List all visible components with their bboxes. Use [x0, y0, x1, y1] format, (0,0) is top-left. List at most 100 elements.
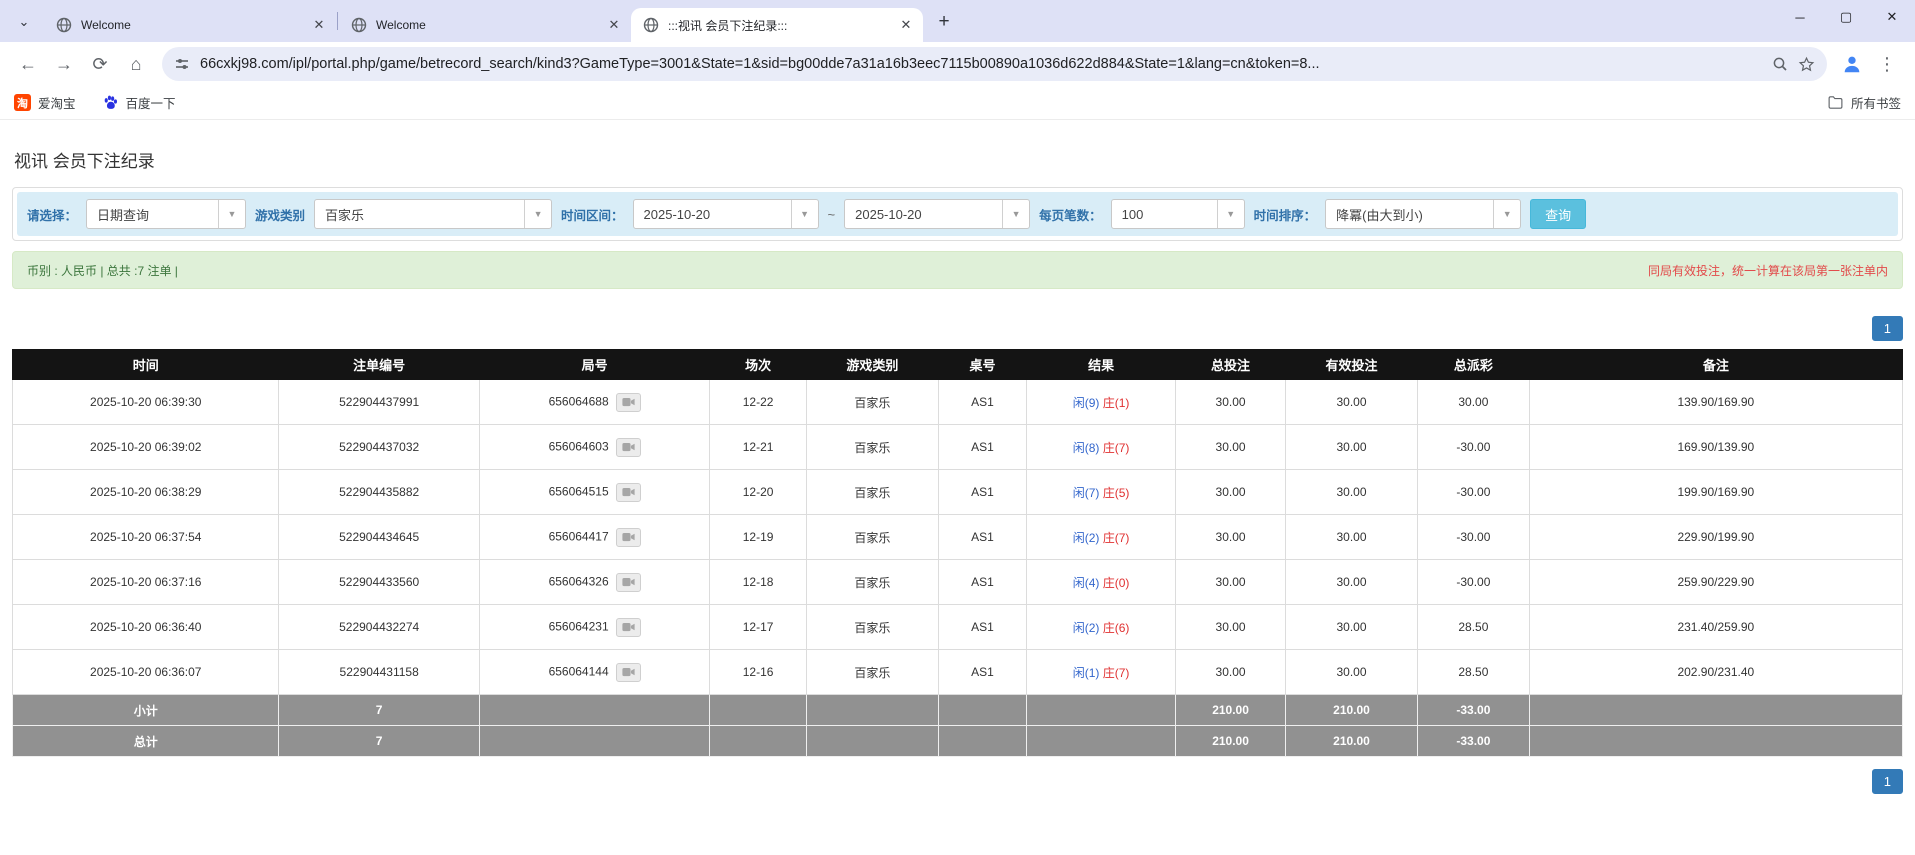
result-player: 闲(9)	[1073, 396, 1100, 410]
all-bookmarks-label: 所有书签	[1851, 93, 1901, 112]
all-bookmarks[interactable]: 所有书签	[1827, 93, 1901, 112]
minimize-button[interactable]: ─	[1777, 0, 1823, 34]
cell-valid-bet: 30.00	[1285, 605, 1417, 650]
cell-time: 2025-10-20 06:36:07	[13, 650, 279, 695]
result-player: 闲(4)	[1073, 576, 1100, 590]
total-bet-link[interactable]: 30.00	[1176, 380, 1286, 425]
cell-session: 12-16	[710, 650, 806, 695]
baidu-paw-icon	[102, 94, 119, 111]
sort-label: 时间排序：	[1254, 205, 1317, 224]
bet-records-table: 时间 注单编号 局号 场次 游戏类别 桌号 结果 总投注 有效投注 总派彩 备注…	[12, 349, 1903, 757]
total-label: 总计	[13, 726, 279, 757]
forward-icon[interactable]: →	[46, 46, 82, 82]
page-title: 视讯 会员下注纪录	[14, 147, 1903, 172]
page-1-button[interactable]: 1	[1872, 316, 1903, 341]
reload-icon[interactable]: ⟳	[82, 46, 118, 82]
subtotal-label: 小计	[13, 695, 279, 726]
bookmark-star-icon[interactable]	[1798, 56, 1815, 73]
cell-game-type: 百家乐	[806, 650, 938, 695]
cell-bet-id: 522904434645	[279, 515, 479, 560]
url-text[interactable]: 66cxkj98.com/ipl/portal.php/game/betreco…	[200, 56, 1762, 72]
date-to-select[interactable]: 2025-10-20 ▼	[844, 199, 1030, 229]
cell-remark: 259.90/229.90	[1529, 560, 1902, 605]
video-replay-icon[interactable]	[616, 663, 641, 682]
cell-result: 闲(2) 庄(6)	[1026, 605, 1175, 650]
close-icon[interactable]: ✕	[605, 16, 623, 34]
search-button[interactable]: 查询	[1530, 199, 1586, 229]
video-replay-icon[interactable]	[616, 438, 641, 457]
col-valid-bet: 有效投注	[1285, 350, 1417, 380]
maximize-button[interactable]: ▢	[1823, 0, 1869, 34]
result-banker: 庄(7)	[1103, 531, 1130, 545]
site-info-icon[interactable]	[174, 56, 190, 72]
cell-bet-id: 522904432274	[279, 605, 479, 650]
select-type-label: 请选择：	[27, 205, 77, 224]
subtotal-payout: -33.00	[1418, 695, 1530, 726]
game-type-select[interactable]: 百家乐 ▼	[314, 199, 552, 229]
profile-avatar-icon[interactable]	[1835, 47, 1869, 81]
currency-summary-text: 币别 : 人民币 | 总共 :7 注单 |	[27, 262, 178, 279]
cell-result: 闲(2) 庄(7)	[1026, 515, 1175, 560]
cell-game-type: 百家乐	[806, 560, 938, 605]
col-game-type: 游戏类别	[806, 350, 938, 380]
globe-icon	[56, 17, 72, 33]
video-replay-icon[interactable]	[616, 618, 641, 637]
back-icon[interactable]: ←	[10, 46, 46, 82]
sort-value: 降冪(由大到小)	[1326, 205, 1493, 224]
cell-valid-bet: 30.00	[1285, 470, 1417, 515]
tab-search-chevron-icon[interactable]: ⌄	[10, 8, 38, 36]
bookmark-label: 百度一下	[126, 93, 176, 112]
cell-session: 12-20	[710, 470, 806, 515]
cell-table-no: AS1	[939, 515, 1027, 560]
summary-bar: 币别 : 人民币 | 总共 :7 注单 | 同局有效投注，统一计算在该局第一张注…	[12, 251, 1903, 289]
close-icon[interactable]: ✕	[897, 16, 915, 34]
result-banker: 庄(5)	[1103, 486, 1130, 500]
video-replay-icon[interactable]	[616, 393, 641, 412]
result-player: 闲(8)	[1073, 441, 1100, 455]
close-icon[interactable]: ✕	[310, 16, 328, 34]
navigation-bar: ← → ⟳ ⌂ 66cxkj98.com/ipl/portal.php/game…	[0, 42, 1915, 86]
subtotal-total-bet: 210.00	[1176, 695, 1286, 726]
bookmark-taobao[interactable]: 淘 爱淘宝	[14, 93, 76, 112]
home-icon[interactable]: ⌂	[118, 46, 154, 82]
page-size-select[interactable]: 100 ▼	[1111, 199, 1245, 229]
bookmark-label: 爱淘宝	[38, 93, 76, 112]
video-replay-icon[interactable]	[616, 483, 641, 502]
col-payout: 总派彩	[1418, 350, 1530, 380]
total-bet-link[interactable]: 30.00	[1176, 560, 1286, 605]
tab-betrecord-active[interactable]: :::视讯 会员下注纪录::: ✕	[631, 8, 923, 42]
bookmark-baidu[interactable]: 百度一下	[102, 93, 176, 112]
valid-bet-notice-text: 同局有效投注，统一计算在该局第一张注单内	[1648, 262, 1888, 279]
video-replay-icon[interactable]	[616, 528, 641, 547]
total-bet-link[interactable]: 30.00	[1176, 605, 1286, 650]
sort-select[interactable]: 降冪(由大到小) ▼	[1325, 199, 1521, 229]
cell-table-no: AS1	[939, 560, 1027, 605]
cell-payout: -30.00	[1418, 560, 1530, 605]
tab-welcome-1[interactable]: Welcome ✕	[44, 8, 336, 42]
tab-welcome-2[interactable]: Welcome ✕	[339, 8, 631, 42]
result-banker: 庄(0)	[1103, 576, 1130, 590]
total-bet-link[interactable]: 30.00	[1176, 470, 1286, 515]
cell-bet-id: 522904431158	[279, 650, 479, 695]
close-window-button[interactable]: ✕	[1869, 0, 1915, 34]
chevron-down-icon: ▼	[1217, 200, 1244, 228]
video-replay-icon[interactable]	[616, 573, 641, 592]
cell-remark: 229.90/199.90	[1529, 515, 1902, 560]
cell-payout: -30.00	[1418, 425, 1530, 470]
total-bet-link[interactable]: 30.00	[1176, 425, 1286, 470]
page-1-button[interactable]: 1	[1872, 769, 1903, 794]
cell-valid-bet: 30.00	[1285, 560, 1417, 605]
total-bet-link[interactable]: 30.00	[1176, 650, 1286, 695]
query-type-select[interactable]: 日期查询 ▼	[86, 199, 246, 229]
address-bar[interactable]: 66cxkj98.com/ipl/portal.php/game/betreco…	[162, 47, 1827, 81]
cell-payout: 28.50	[1418, 650, 1530, 695]
cell-time: 2025-10-20 06:37:54	[13, 515, 279, 560]
total-bet-link[interactable]: 30.00	[1176, 515, 1286, 560]
cell-time: 2025-10-20 06:37:16	[13, 560, 279, 605]
menu-kebab-icon[interactable]: ⋮	[1869, 46, 1905, 82]
bookmarks-bar: 淘 爱淘宝 百度一下 所有书签	[0, 86, 1915, 120]
new-tab-button[interactable]: +	[929, 7, 959, 37]
window-controls: ─ ▢ ✕	[1777, 0, 1915, 34]
date-from-select[interactable]: 2025-10-20 ▼	[633, 199, 819, 229]
zoom-icon[interactable]	[1772, 56, 1788, 72]
